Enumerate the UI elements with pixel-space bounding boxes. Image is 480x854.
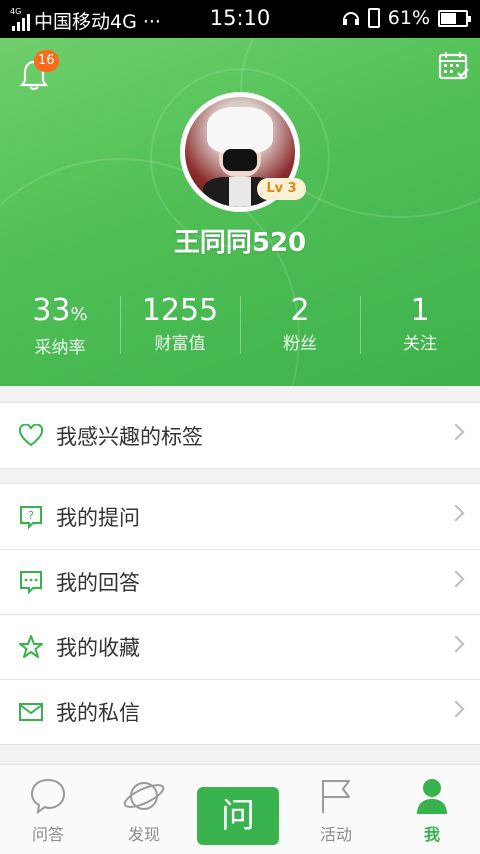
interests-group: 我感兴趣的标签 <box>0 402 480 469</box>
status-right: 61% <box>342 7 471 29</box>
battery-percent: 61% <box>387 7 430 29</box>
answer-bubble-icon <box>18 569 44 595</box>
tab-bar: 问答 发现 问 活动 我 <box>0 764 480 854</box>
stat-unit: % <box>70 304 88 325</box>
calendar-check-icon[interactable] <box>438 50 470 82</box>
stats-row: 33% 采纳率 1255 财富值 2 粉丝 1 关注 <box>0 292 480 362</box>
menu-item-my-answers[interactable]: 我的回答 <box>0 549 480 614</box>
star-icon <box>18 634 44 660</box>
stat-label: 粉丝 <box>283 334 317 354</box>
person-icon <box>384 765 480 821</box>
heart-icon <box>18 423 44 449</box>
tab-qa[interactable]: 问答 <box>0 765 96 854</box>
profile-header: 16 Lv 3 王同同520 33% 采纳率 1255 财富值 2 粉丝 1 关… <box>0 38 480 386</box>
menu-item-interests[interactable]: 我感兴趣的标签 <box>0 403 480 468</box>
menu-item-label: 我感兴趣的标签 <box>56 424 203 449</box>
question-bubble-icon: ? <box>18 504 44 530</box>
tab-label: 发现 <box>127 825 160 844</box>
stat-wealth[interactable]: 1255 财富值 <box>120 292 240 362</box>
chevron-right-icon <box>447 504 465 522</box>
mail-icon <box>18 699 44 725</box>
level-badge: Lv 3 <box>257 178 306 200</box>
username: 王同同520 <box>173 228 307 258</box>
chevron-right-icon <box>447 423 465 441</box>
tab-ask[interactable]: 问 <box>192 765 288 854</box>
stat-value: 1 <box>410 293 430 328</box>
tab-activities[interactable]: 活动 <box>288 765 384 854</box>
stat-adoption-rate[interactable]: 33% 采纳率 <box>0 292 120 362</box>
stat-label: 采纳率 <box>34 338 86 358</box>
tab-label: 问答 <box>31 825 64 844</box>
menu-item-my-questions[interactable]: ? 我的提问 <box>0 484 480 549</box>
chevron-right-icon <box>447 635 465 653</box>
stat-value: 1255 <box>141 293 219 328</box>
flag-icon <box>288 765 384 821</box>
chevron-right-icon <box>447 570 465 588</box>
stat-value: 33 <box>32 293 71 328</box>
svg-text:?: ? <box>28 509 34 522</box>
menu-group: ? 我的提问 我的回答 我的收藏 我的私信 <box>0 483 480 745</box>
menu-item-label: 我的回答 <box>56 571 140 595</box>
stat-followers[interactable]: 2 粉丝 <box>240 292 360 362</box>
tab-discover[interactable]: 发现 <box>96 765 192 854</box>
headset-icon <box>342 12 359 25</box>
menu-item-my-messages[interactable]: 我的私信 <box>0 679 480 744</box>
menu-item-label: 我的提问 <box>56 505 140 530</box>
stat-label: 关注 <box>403 334 437 354</box>
notification-badge: 16 <box>34 50 59 72</box>
tab-label: 活动 <box>319 825 352 844</box>
stat-label: 财富值 <box>154 334 206 354</box>
planet-icon <box>96 765 192 821</box>
menu-item-label: 我的收藏 <box>56 636 140 660</box>
chevron-right-icon <box>447 700 465 718</box>
status-bar: 4G 中国移动4G ··· 15:10 61% <box>0 0 480 38</box>
ask-button[interactable]: 问 <box>197 787 279 845</box>
menu-item-label: 我的私信 <box>56 701 140 725</box>
stat-following[interactable]: 1 关注 <box>360 292 480 362</box>
stat-value: 2 <box>290 293 310 328</box>
tab-me[interactable]: 我 <box>384 765 480 854</box>
menu-item-my-favorites[interactable]: 我的收藏 <box>0 614 480 679</box>
tab-label: 我 <box>423 825 440 844</box>
battery-icon <box>438 9 471 27</box>
chat-bubble-icon <box>0 765 96 821</box>
vibrate-icon <box>367 8 380 28</box>
